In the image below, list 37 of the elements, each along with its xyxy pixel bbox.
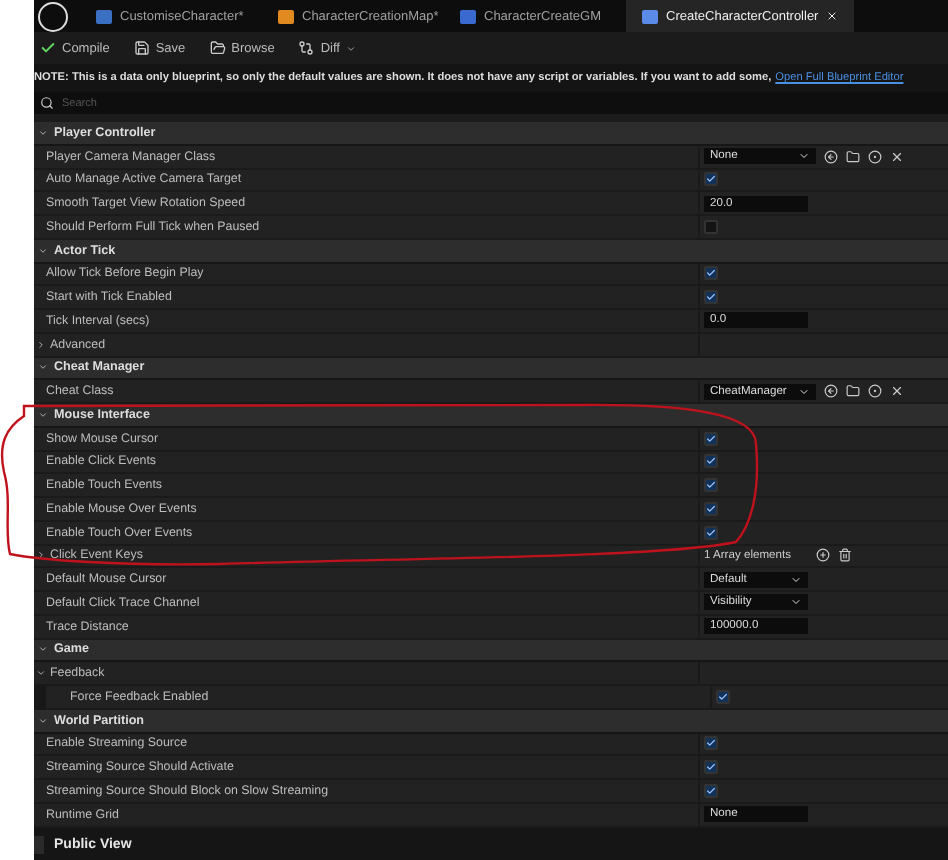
checkbox[interactable] — [704, 736, 718, 751]
asset-icon — [460, 9, 476, 23]
checkbox[interactable] — [704, 266, 718, 281]
folder-icon — [209, 40, 226, 56]
clear-icon[interactable] — [890, 149, 904, 164]
checkbox[interactable] — [704, 172, 718, 187]
trash-icon[interactable] — [838, 548, 852, 563]
search-icon — [40, 96, 54, 110]
circle-dot-icon[interactable] — [868, 384, 882, 399]
caret-icon — [798, 150, 810, 163]
caret-icon — [798, 385, 810, 398]
checkbox[interactable] — [34, 835, 44, 853]
folder-icon[interactable] — [846, 384, 860, 399]
checkbox[interactable] — [704, 501, 718, 516]
check-icon — [40, 40, 56, 56]
checkbox[interactable] — [704, 760, 718, 775]
checkbox[interactable] — [716, 689, 730, 704]
close-icon[interactable] — [826, 10, 839, 22]
asset-icon — [278, 9, 294, 23]
asset-icon — [642, 9, 658, 23]
arrow-left-icon[interactable] — [824, 149, 838, 164]
clear-icon[interactable] — [890, 384, 904, 399]
arrow-left-icon[interactable] — [824, 384, 838, 399]
circle-dot-icon[interactable] — [868, 149, 882, 164]
checkbox[interactable] — [704, 454, 718, 469]
checkbox[interactable] — [704, 478, 718, 493]
checkbox[interactable] — [704, 431, 718, 446]
save-icon — [133, 40, 150, 56]
folder-icon[interactable] — [846, 149, 860, 164]
checkbox[interactable] — [704, 290, 718, 305]
caret-icon — [346, 43, 356, 53]
checkbox[interactable] — [704, 525, 718, 540]
add-icon[interactable] — [816, 548, 830, 563]
checkbox[interactable] — [704, 219, 718, 234]
diff-icon — [298, 40, 315, 56]
checkbox[interactable] — [704, 783, 718, 798]
asset-icon — [96, 9, 112, 23]
